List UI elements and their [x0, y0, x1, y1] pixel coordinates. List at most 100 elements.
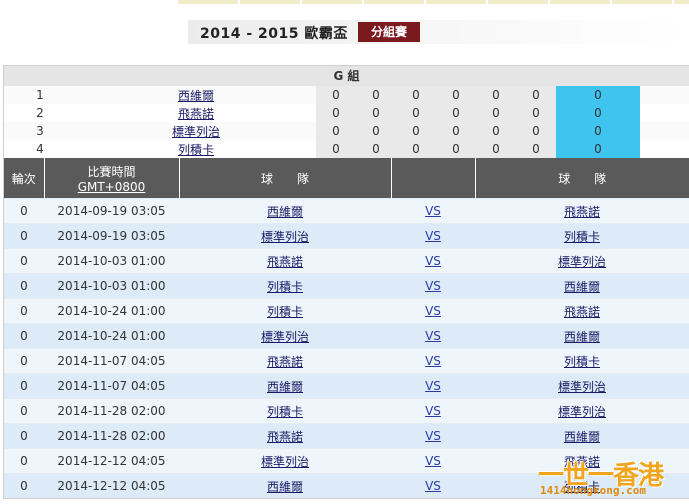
- header-home-team: 球 隊: [179, 158, 392, 199]
- standing-stat: 0: [436, 86, 476, 104]
- away-team-link[interactable]: 飛燕諾: [564, 305, 600, 319]
- fixture-vs: VS: [391, 348, 475, 374]
- fixture-round: 0: [4, 373, 44, 399]
- fixture-round: 0: [4, 273, 44, 299]
- standing-stat: 0: [476, 104, 516, 122]
- away-team-link[interactable]: 西維爾: [564, 280, 600, 294]
- away-team-link[interactable]: 西維爾: [564, 330, 600, 344]
- standing-stat: 0: [516, 122, 556, 140]
- fixture-home-team: 標準列治: [179, 323, 391, 349]
- home-team-link[interactable]: 飛燕諾: [267, 430, 303, 444]
- team-link[interactable]: 列積卡: [178, 143, 214, 157]
- vs-link[interactable]: VS: [425, 354, 441, 368]
- standing-spacer: [640, 140, 689, 158]
- fixtures-header-row: 輪次 比賽時間 GMT+0800 球 隊 球 隊: [4, 158, 689, 199]
- standing-stat: 0: [316, 140, 356, 158]
- fixture-vs: VS: [391, 423, 475, 449]
- home-team-link[interactable]: 標準列治: [261, 330, 309, 344]
- standing-stat: 0: [476, 86, 516, 104]
- standing-team: 列積卡: [76, 140, 316, 158]
- vs-link[interactable]: VS: [425, 404, 441, 418]
- standing-stat: 0: [396, 140, 436, 158]
- standing-stat: 0: [396, 86, 436, 104]
- fixture-vs: VS: [391, 248, 475, 274]
- standing-rank: 3: [4, 122, 76, 140]
- vs-link[interactable]: VS: [425, 429, 441, 443]
- vs-link[interactable]: VS: [425, 329, 441, 343]
- header-away-team: 球 隊: [475, 158, 689, 199]
- home-team-link[interactable]: 飛燕諾: [267, 355, 303, 369]
- fixture-away-team: 西維爾: [475, 323, 689, 349]
- home-team-link[interactable]: 飛燕諾: [267, 255, 303, 269]
- fixture-round: 0: [4, 198, 44, 224]
- fixture-round: 0: [4, 298, 44, 324]
- fixture-round: 0: [4, 348, 44, 374]
- standing-stat: 0: [396, 122, 436, 140]
- home-team-link[interactable]: 西維爾: [267, 480, 303, 494]
- fixture-home-team: 飛燕諾: [179, 248, 391, 274]
- fixture-datetime: 2014-12-12 04:05: [44, 448, 179, 474]
- team-link[interactable]: 西維爾: [178, 89, 214, 103]
- standing-spacer: [640, 104, 689, 122]
- fixture-datetime: 2014-11-07 04:05: [44, 348, 179, 374]
- standing-stat: 0: [356, 86, 396, 104]
- fixture-datetime: 2014-11-07 04:05: [44, 373, 179, 399]
- team-link[interactable]: 飛燕諾: [178, 107, 214, 121]
- fixture-row: 0 2014-10-03 01:00 列積卡 VS 西維爾: [4, 273, 689, 299]
- fixture-round: 0: [4, 323, 44, 349]
- away-team-link[interactable]: 標準列治: [558, 255, 606, 269]
- fixture-home-team: 飛燕諾: [179, 348, 391, 374]
- vs-link[interactable]: VS: [425, 454, 441, 468]
- fixture-away-team: 西維爾: [475, 273, 689, 299]
- away-team-link[interactable]: 飛燕諾: [564, 205, 600, 219]
- fixture-datetime: 2014-12-12 04:05: [44, 473, 179, 498]
- vs-link[interactable]: VS: [425, 204, 441, 218]
- fixture-row: 0 2014-11-28 02:00 飛燕諾 VS 西維爾: [4, 423, 689, 449]
- fixture-home-team: 列積卡: [179, 273, 391, 299]
- standing-stat: 0: [476, 122, 516, 140]
- group-stage-badge[interactable]: 分組賽: [358, 22, 420, 42]
- fixture-away-team: 飛燕諾: [475, 198, 689, 224]
- away-team-link[interactable]: 列積卡: [564, 230, 600, 244]
- site-watermark-logo: 一世一香港 1414hongkong.com: [538, 455, 689, 504]
- away-team-link[interactable]: 列積卡: [564, 355, 600, 369]
- fixture-round: 0: [4, 473, 44, 498]
- home-team-link[interactable]: 列積卡: [267, 405, 303, 419]
- fixture-away-team: 西維爾: [475, 423, 689, 449]
- fixture-datetime: 2014-10-03 01:00: [44, 273, 179, 299]
- vs-link[interactable]: VS: [425, 229, 441, 243]
- home-team-link[interactable]: 西維爾: [267, 380, 303, 394]
- away-team-link[interactable]: 標準列治: [558, 380, 606, 394]
- home-team-link[interactable]: 列積卡: [267, 305, 303, 319]
- standing-stat: 0: [436, 104, 476, 122]
- vs-link[interactable]: VS: [425, 279, 441, 293]
- home-team-link[interactable]: 西維爾: [267, 205, 303, 219]
- fixture-vs: VS: [391, 473, 475, 498]
- standing-team: 西維爾: [76, 86, 316, 104]
- fixture-round: 0: [4, 398, 44, 424]
- fixture-round: 0: [4, 248, 44, 274]
- home-team-link[interactable]: 標準列治: [261, 455, 309, 469]
- fixture-round: 0: [4, 223, 44, 249]
- standing-stat: 0: [516, 86, 556, 104]
- fixture-away-team: 飛燕諾: [475, 298, 689, 324]
- group-title: G 組: [4, 66, 689, 86]
- vs-link[interactable]: VS: [425, 479, 441, 493]
- team-link[interactable]: 標準列治: [172, 125, 220, 139]
- header-timezone-link[interactable]: GMT+0800: [45, 180, 179, 194]
- vs-link[interactable]: VS: [425, 254, 441, 268]
- standing-points: 0: [556, 104, 640, 122]
- vs-link[interactable]: VS: [425, 379, 441, 393]
- standing-spacer: [640, 86, 689, 104]
- fixture-home-team: 西維爾: [179, 373, 391, 399]
- fixture-vs: VS: [391, 323, 475, 349]
- vs-link[interactable]: VS: [425, 304, 441, 318]
- standing-stat: 0: [316, 104, 356, 122]
- fixture-vs: VS: [391, 198, 475, 224]
- standings-row: 4 列積卡 0 0 0 0 0 0 0: [4, 140, 689, 158]
- home-team-link[interactable]: 列積卡: [267, 280, 303, 294]
- home-team-link[interactable]: 標準列治: [261, 230, 309, 244]
- fixture-home-team: 飛燕諾: [179, 423, 391, 449]
- away-team-link[interactable]: 西維爾: [564, 430, 600, 444]
- away-team-link[interactable]: 標準列治: [558, 405, 606, 419]
